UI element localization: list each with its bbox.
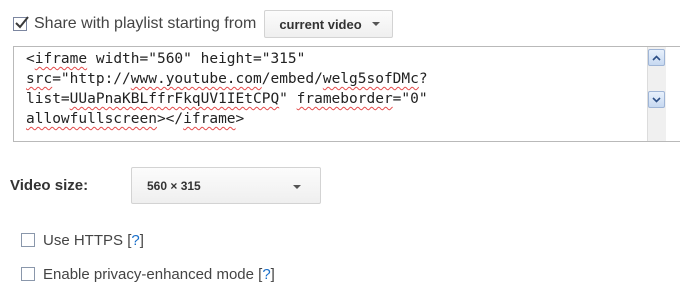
playlist-start-value: current video [279,16,362,32]
checkmark-icon [15,16,29,29]
scroll-down-button[interactable] [648,91,665,108]
embed-code-line-4: allowfullscreen></iframe> [26,111,245,127]
embed-code-line-3: list=UUaPnaKBLffrFkqUV1IEtCPQ" framebord… [26,91,428,107]
caret-down-icon [371,22,380,26]
video-size-select[interactable]: 560 × 315 [131,167,321,204]
embed-code-line-2: src="http://www.youtube.com/embed/welg5s… [26,71,428,87]
privacy-mode-help-link[interactable]: ? [262,266,270,283]
privacy-mode-label: Enable privacy-enhanced mode [?] [43,265,275,283]
arrow-up-icon [652,54,661,61]
embed-code-textarea[interactable]: <iframe width="560" height="315" src="ht… [13,46,680,142]
share-playlist-row: Share with playlist starting from curren… [13,10,393,38]
privacy-mode-checkbox[interactable] [21,267,35,281]
playlist-start-select[interactable]: current video [264,10,393,38]
share-playlist-label: Share with playlist starting from [34,15,257,32]
use-https-label: Use HTTPS [?] [43,231,144,249]
arrow-down-icon [652,96,661,103]
video-size-value: 560 × 315 [147,178,201,193]
use-https-checkbox[interactable] [21,233,35,247]
use-https-help-link[interactable]: ? [131,232,139,249]
caret-down-icon [293,185,301,189]
embed-code-text: <iframe width="560" height="315" src="ht… [26,49,666,129]
video-size-label: Video size: [10,177,89,194]
share-playlist-checkbox[interactable] [13,16,29,31]
use-https-row: Use HTTPS [?] [21,230,144,250]
scroll-up-button[interactable] [648,49,665,66]
privacy-mode-row: Enable privacy-enhanced mode [?] [21,264,275,284]
embed-code-line-1: <iframe width="560" height="315" [26,51,306,67]
embed-code-scrollbar[interactable] [647,47,666,141]
